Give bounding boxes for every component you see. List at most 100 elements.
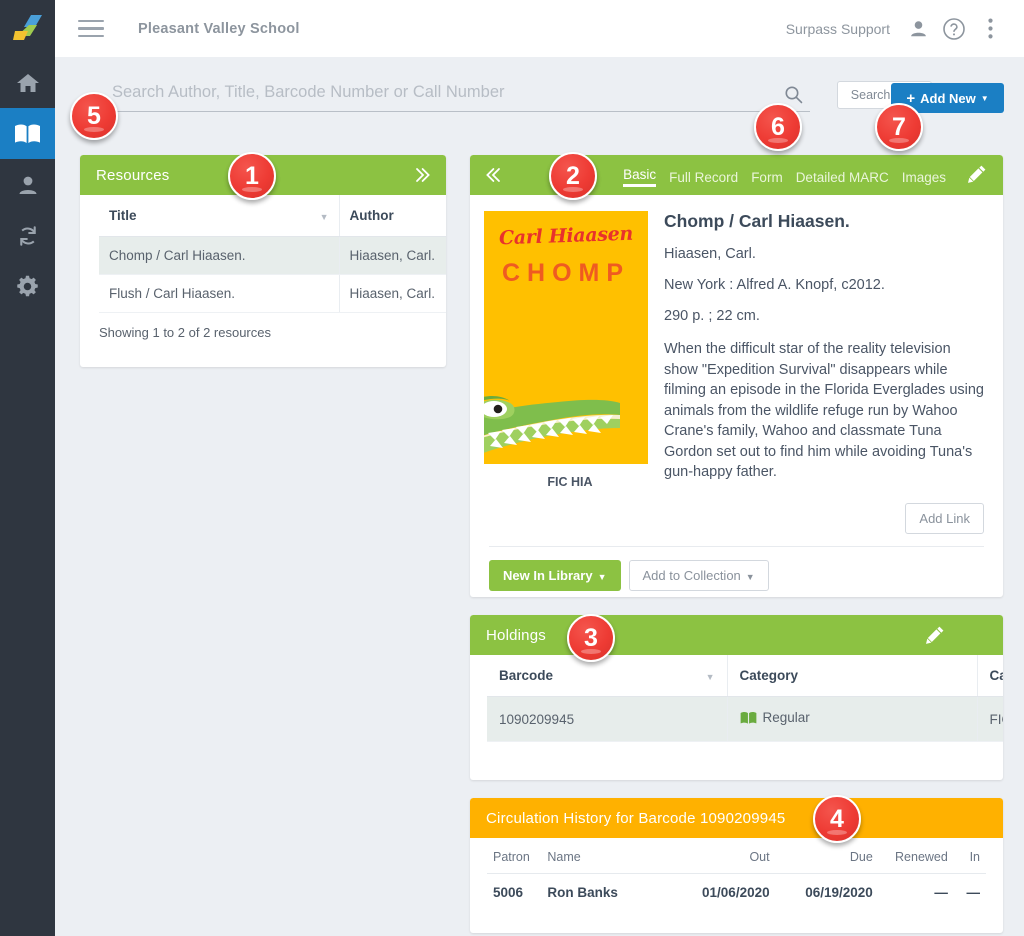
chevron-double-left-icon[interactable] [486,166,502,184]
chevron-down-icon: ▼ [597,572,607,582]
chevron-down-icon: ▼ [745,572,755,582]
record-author: Hiaasen, Carl. [664,246,756,262]
column-header-title[interactable]: Title ▼ [99,195,339,237]
add-link-button[interactable]: Add Link [905,503,984,534]
sync-arrows-icon [16,224,40,248]
circulation-history-panel: Circulation History for Barcode 10902099… [470,798,1003,933]
table-header-row: Title ▼ Author [99,195,446,237]
cell-title: Flush / Carl Hiaasen. [99,274,339,313]
table-row[interactable]: 5006 Ron Banks 01/06/2020 06/19/2020 — — [487,874,986,912]
cell-in: — [966,885,981,900]
person-icon [17,174,39,196]
surpass-logo-icon[interactable] [0,0,55,57]
record-publication: New York : Alfred A. Knopf, c2012. [664,277,885,293]
marker-badge-4: 4 [813,795,861,843]
column-header-patron: Patron [487,838,542,874]
column-header-author[interactable]: Author [338,195,446,237]
cover-author-text: Carl Hiaasen [498,222,634,250]
tab-basic[interactable]: Basic [623,167,657,187]
sidebar-item-patrons[interactable] [0,159,55,210]
record-summary: When the difficult star of the reality t… [664,341,984,481]
column-header-barcode[interactable]: Barcode ▼ [487,655,727,697]
hamburger-menu-icon[interactable] [967,632,987,638]
vertical-dots-icon[interactable] [972,11,1008,47]
circulation-title: Circulation History for Barcode 10902099… [486,809,786,827]
metadata-column: Chomp / Carl Hiaasen. Hiaasen, Carl. New… [656,211,984,489]
crocodile-illustration [484,396,620,453]
resources-table: Title ▼ Author Chomp / Carl Hiaasen. Hia… [99,195,446,313]
resources-title: Resources [96,166,170,184]
cell-renewed: — [934,885,948,900]
marker-badge-1: 1 [228,152,276,200]
holdings-table: Barcode ▼ Category Ca 1090209945 [487,655,1003,742]
add-to-collection-button[interactable]: Add to Collection ▼ [628,560,769,591]
cell-patron: 5006 [493,885,524,900]
holdings-panel-header: Holdings [470,615,1003,655]
record-extent: 290 p. ; 22 cm. [664,308,760,324]
record-title: Chomp / Carl Hiaasen. [664,211,850,231]
left-nav-rail [0,0,55,936]
detail-body: Carl Hiaasen CHOMP FIC HIA Chomp / Carl … [470,195,1003,489]
cell-due: 06/19/2020 [805,885,873,900]
marker-badge-6: 6 [754,103,802,151]
marker-badge-3: 3 [567,614,615,662]
sort-caret-icon: ▼ [319,212,329,222]
sidebar-item-home[interactable] [0,57,55,108]
hamburger-menu-icon[interactable] [374,172,394,178]
tab-full-record[interactable]: Full Record [669,170,738,187]
cell-call: FIC [976,696,1003,742]
holdings-panel: Holdings Barcode ▼ Category C 1090209945… [470,615,1003,780]
holdings-table-wrap: Barcode ▼ Category Ca 1090209945 [470,655,1003,742]
cell-name: Ron Banks [547,885,618,900]
marker-badge-2: 2 [549,152,597,200]
column-header-category[interactable]: Category [726,655,977,697]
holdings-title: Holdings [486,626,546,644]
cell-title: Chomp / Carl Hiaasen. [99,236,339,275]
marker-badge-5: 5 [70,92,118,140]
pencil-icon[interactable] [925,625,945,645]
support-user-label: Surpass Support [785,20,890,37]
column-header-due: Due [775,838,879,874]
tab-detailed-marc[interactable]: Detailed MARC [796,170,889,187]
column-header-in: In [953,838,986,874]
sidebar-item-settings[interactable] [0,261,55,312]
tab-images[interactable]: Images [902,170,946,187]
column-header-renewed: Renewed [878,838,954,874]
tab-form[interactable]: Form [751,170,783,187]
pencil-icon[interactable] [967,164,987,187]
resources-showing-label: Showing 1 to 2 of 2 resources [99,325,271,340]
column-header-out: Out [676,838,776,874]
app-root: Pleasant Valley School Surpass Support S… [0,0,1024,936]
hamburger-menu-icon[interactable] [78,19,104,38]
top-bar: Pleasant Valley School Surpass Support [55,0,1024,57]
table-row[interactable]: 1090209945 Regular FIC [487,696,1003,742]
top-bar-right: Surpass Support [786,11,1024,47]
resources-table-wrap: Title ▼ Author Chomp / Carl Hiaasen. Hia… [80,195,446,313]
table-header-row: Patron Name Out Due Renewed In [487,838,986,874]
circulation-panel-header: Circulation History for Barcode 10902099… [470,798,1003,838]
call-number-label: FIC HIA [547,475,593,489]
circulation-table: Patron Name Out Due Renewed In 5006 Ron … [487,838,986,911]
marker-badge-7: 7 [875,103,923,151]
cell-barcode: 1090209945 [487,696,727,742]
gear-icon [16,275,39,298]
circulation-table-wrap: Patron Name Out Due Renewed In 5006 Ron … [470,838,1003,911]
person-icon[interactable] [900,11,936,47]
column-header-call[interactable]: Ca [976,655,1003,697]
cell-out: 01/06/2020 [702,885,770,900]
sidebar-item-catalog[interactable] [0,108,55,159]
cover-title-text: CHOMP [501,259,631,287]
column-header-name: Name [541,838,677,874]
help-circle-icon[interactable] [936,11,972,47]
cell-author: Hiaasen, Carl. [338,236,446,275]
detail-action-bar: New In Library ▼ Add to Collection ▼ [470,547,1003,591]
table-row[interactable]: Flush / Carl Hiaasen. Hiaasen, Carl. [99,274,446,313]
sort-caret-icon: ▼ [705,672,715,682]
table-header-row: Barcode ▼ Category Ca [487,655,1003,697]
search-input[interactable] [110,79,810,112]
sidebar-item-circulation[interactable] [0,210,55,261]
new-in-library-button[interactable]: New In Library ▼ [489,560,621,591]
chevron-double-right-icon[interactable] [414,166,430,184]
cell-author: Hiaasen, Carl. [338,274,446,313]
table-row[interactable]: Chomp / Carl Hiaasen. Hiaasen, Carl. [99,236,446,275]
